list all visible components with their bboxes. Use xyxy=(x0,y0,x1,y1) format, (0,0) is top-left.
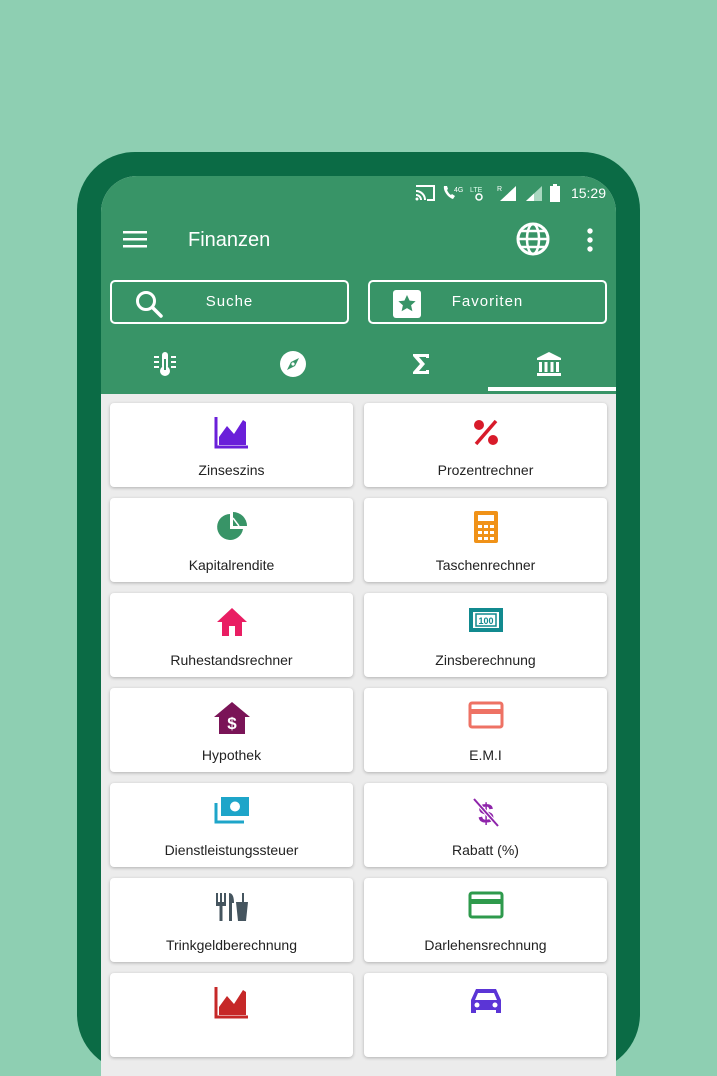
card-label: Ruhestandsrechner xyxy=(170,652,293,668)
category-tabs xyxy=(101,340,616,394)
card-emi[interactable]: E.M.I xyxy=(364,688,607,772)
roaming-label: R xyxy=(497,186,502,193)
svg-text:100: 100 xyxy=(478,616,493,626)
card-rabatt[interactable]: $ Rabatt (%) xyxy=(364,783,607,867)
card-label: Darlehensrechnung xyxy=(424,937,547,953)
favorites-button-label: Favoriten xyxy=(451,293,524,310)
calculator-icon xyxy=(473,511,498,543)
search-button-label: Suche xyxy=(205,293,254,310)
tab-math[interactable] xyxy=(357,340,485,394)
card-taschenrechner[interactable]: Taschenrechner xyxy=(364,498,607,582)
wifi-calling-icon: 4G xyxy=(443,186,463,199)
dollar-off-icon: $ xyxy=(472,797,499,829)
card-prozentrechner[interactable]: Prozentrechner xyxy=(364,403,607,487)
pie-chart-icon xyxy=(216,512,247,540)
tab-compass[interactable] xyxy=(229,340,357,394)
percent-icon xyxy=(473,419,498,446)
card-partial-right[interactable] xyxy=(364,973,607,1057)
card-label: Taschenrechner xyxy=(435,557,536,573)
card-ruhestandsrechner[interactable]: Ruhestandsrechner xyxy=(110,593,353,677)
card-label: Prozentrechner xyxy=(437,462,534,478)
more-vert-icon[interactable] xyxy=(580,226,600,254)
card-zinseszins[interactable]: Zinseszins xyxy=(110,403,353,487)
card-label: Hypothek xyxy=(201,747,262,763)
favorites-button[interactable]: Favoriten xyxy=(368,280,607,324)
globe-icon[interactable] xyxy=(515,221,551,257)
cast-icon xyxy=(415,185,435,201)
hamburger-menu-icon[interactable] xyxy=(122,227,148,251)
restaurant-icon xyxy=(215,893,248,921)
status-bar: 4G LTE R 15:29 xyxy=(415,180,606,206)
card-icon xyxy=(468,891,503,919)
compass-icon xyxy=(280,351,306,377)
lte-icon: LTE xyxy=(470,187,483,201)
chart-line-icon xyxy=(214,987,248,1019)
home-icon xyxy=(216,608,247,636)
home-dollar-icon: $ xyxy=(213,702,250,734)
sigma-icon xyxy=(413,354,429,374)
card-partial-left[interactable] xyxy=(110,973,353,1057)
card-zinsberechnung[interactable]: 100 Zinsberechnung xyxy=(364,593,607,677)
page-title: Finanzen xyxy=(188,229,271,251)
signal-icon: R xyxy=(497,186,516,201)
card-label: Trinkgeldberechnung xyxy=(165,937,297,953)
card-kapitalrendite[interactable]: Kapitalrendite xyxy=(110,498,353,582)
card-label: E.M.I xyxy=(469,747,502,763)
card-hypothek[interactable]: $ Hypothek xyxy=(110,688,353,772)
credit-card-icon xyxy=(468,701,503,729)
card-trinkgeldberechnung[interactable]: Trinkgeldberechnung xyxy=(110,878,353,962)
tab-conversion[interactable] xyxy=(101,340,229,394)
tab-finance[interactable] xyxy=(485,340,613,394)
signal-weak-icon xyxy=(525,186,542,201)
battery-icon xyxy=(549,184,560,202)
thermometer-icon xyxy=(154,352,176,376)
tab-indicator xyxy=(488,387,616,391)
card-dienstleistungssteuer[interactable]: Dienstleistungssteuer xyxy=(110,783,353,867)
app-bar: 4G LTE R 15:29 Finanzen Suche Favoriten xyxy=(101,176,616,394)
svg-text:$: $ xyxy=(227,714,237,733)
bank-icon xyxy=(537,352,561,376)
search-button[interactable]: Suche xyxy=(110,280,349,324)
card-label: Dienstleistungssteuer xyxy=(164,842,299,858)
card-label: Kapitalrendite xyxy=(188,557,275,573)
card-label: Zinsberechnung xyxy=(435,652,536,668)
chart-line-icon xyxy=(214,417,248,449)
car-icon xyxy=(470,989,501,1013)
status-clock: 15:29 xyxy=(570,185,606,201)
card-label: Zinseszins xyxy=(198,462,265,478)
card-darlehensrechnung[interactable]: Darlehensrechnung xyxy=(364,878,607,962)
money-stack-icon xyxy=(214,797,249,824)
card-label: Rabatt (%) xyxy=(452,842,519,858)
banknote-100-icon: 100 xyxy=(468,608,503,632)
lte-label: LTE xyxy=(470,187,483,194)
network-type-label: 4G xyxy=(454,187,463,194)
phone-screen: 4G LTE R 15:29 Finanzen Suche Favoriten … xyxy=(101,176,616,1076)
